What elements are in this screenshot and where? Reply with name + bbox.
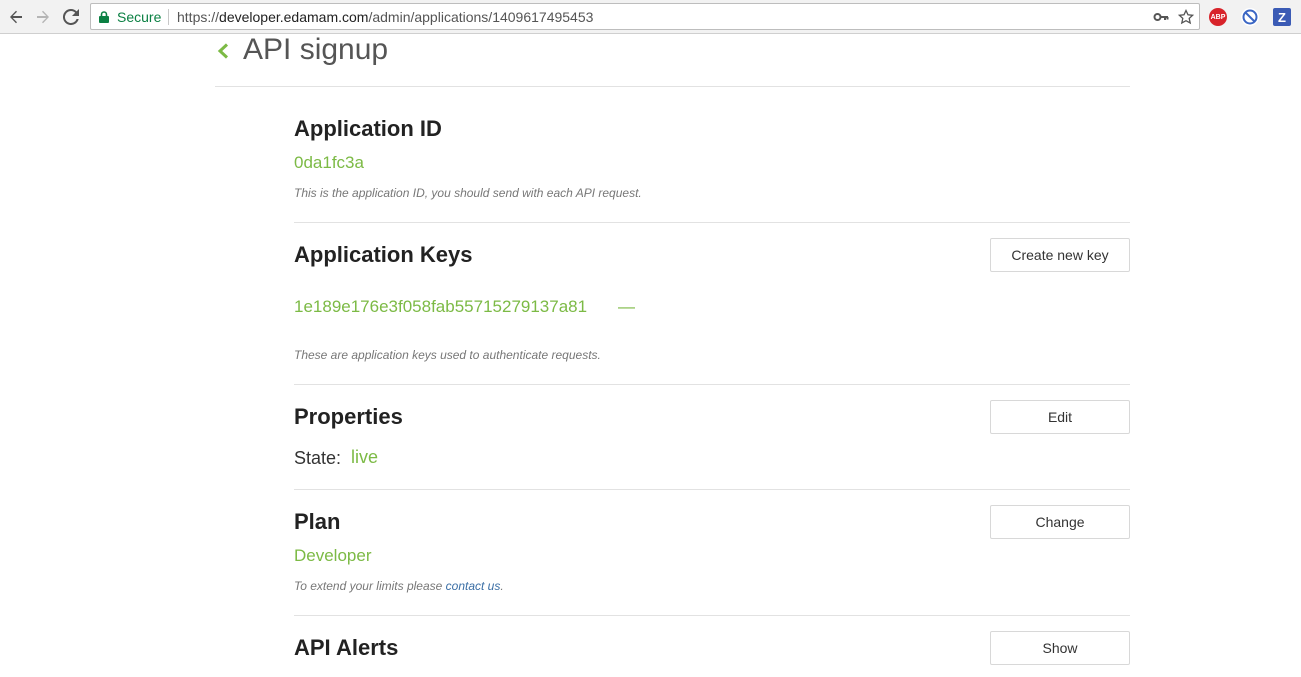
section-divider bbox=[294, 615, 1130, 616]
application-key-value: 1e189e176e3f058fab55715279137a81 bbox=[294, 297, 588, 316]
url-text[interactable]: https://developer.edamam.com/admin/appli… bbox=[177, 9, 593, 25]
state-label: State: bbox=[294, 448, 342, 468]
z-extension-label: Z bbox=[1278, 9, 1286, 25]
secure-label: Secure bbox=[117, 9, 162, 25]
application-id-value: 0da1fc3a bbox=[294, 153, 364, 172]
section-divider bbox=[294, 489, 1130, 490]
application-id-note: This is the application ID, you should s… bbox=[294, 186, 642, 200]
page-content: API signup Application ID 0da1fc3a This … bbox=[0, 35, 1301, 677]
url-host: developer.edamam.com bbox=[219, 9, 369, 25]
star-icon[interactable] bbox=[1178, 9, 1194, 25]
plan-heading: Plan bbox=[294, 509, 341, 534]
key-icon[interactable] bbox=[1153, 9, 1169, 25]
url-scheme: https:// bbox=[177, 9, 220, 25]
edit-button[interactable]: Edit bbox=[990, 400, 1130, 434]
back-icon[interactable] bbox=[4, 5, 28, 29]
adblock-plus-icon[interactable]: ABP bbox=[1209, 8, 1227, 26]
change-plan-button[interactable]: Change bbox=[990, 505, 1130, 539]
api-alerts-section: API Alerts Show bbox=[294, 631, 1130, 671]
plan-note-text: To extend your limits please bbox=[294, 579, 446, 593]
section-divider bbox=[294, 384, 1130, 385]
section-divider bbox=[294, 222, 1130, 223]
plan-section: Plan Change Developer To extend your lim… bbox=[294, 505, 1130, 595]
application-id-section: Application ID 0da1fc3a This is the appl… bbox=[294, 116, 1130, 200]
plan-value: Developer bbox=[294, 546, 372, 565]
url-path: /admin/applications/1409617495453 bbox=[368, 9, 594, 25]
state-value: live bbox=[351, 447, 379, 467]
application-keys-note: These are application keys used to authe… bbox=[294, 348, 601, 362]
application-id-heading: Application ID bbox=[294, 116, 442, 141]
plan-note-suffix: . bbox=[500, 579, 504, 593]
header-divider bbox=[215, 86, 1130, 87]
properties-section: Properties Edit State: live bbox=[294, 400, 1130, 480]
address-bar[interactable]: Secure https://developer.edamam.com/admi… bbox=[90, 3, 1200, 30]
api-alerts-heading: API Alerts bbox=[294, 635, 399, 660]
page-title: API signup bbox=[243, 33, 389, 66]
plan-note: To extend your limits please contact us. bbox=[294, 579, 504, 593]
application-keys-heading: Application Keys bbox=[294, 242, 473, 267]
chevron-left-icon[interactable] bbox=[216, 43, 230, 59]
block-icon[interactable] bbox=[1241, 8, 1259, 26]
properties-heading: Properties bbox=[294, 404, 403, 429]
application-key-dash[interactable]: — bbox=[618, 297, 635, 317]
reload-icon[interactable] bbox=[59, 5, 83, 29]
omnibox-divider bbox=[168, 9, 169, 25]
forward-icon[interactable] bbox=[31, 5, 55, 29]
lock-icon bbox=[99, 11, 109, 23]
z-extension-icon[interactable]: Z bbox=[1273, 8, 1291, 26]
application-keys-section: Application Keys Create new key 1e189e17… bbox=[294, 238, 1130, 378]
browser-toolbar: Secure https://developer.edamam.com/admi… bbox=[0, 0, 1301, 34]
contact-us-link[interactable]: contact us bbox=[446, 579, 501, 593]
create-new-key-button[interactable]: Create new key bbox=[990, 238, 1130, 272]
adblock-plus-label: ABP bbox=[1210, 13, 1226, 21]
show-alerts-button[interactable]: Show bbox=[990, 631, 1130, 665]
